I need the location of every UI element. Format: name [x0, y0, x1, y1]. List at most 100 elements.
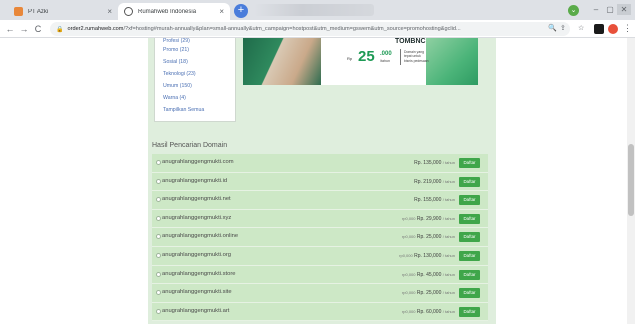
register-button[interactable]: Daftar [459, 158, 480, 168]
domain-result-row[interactable]: anugrahlanggengmukti.id Rp. 219,000 / ta… [152, 172, 488, 192]
price-unit: / tahun [442, 197, 455, 203]
select-radio[interactable] [156, 290, 161, 296]
promo-banner[interactable]: TOMBNC Rp 25 .000 /tahun Domain yang tep… [243, 38, 478, 85]
banner-price-thousands: .000 [380, 51, 392, 57]
domain-price: rp0,000 Rp. 45,000 / tahun [402, 272, 455, 278]
domain-price: rp0,000 Rp. 130,000 / tahun [399, 253, 455, 259]
domain-name: anugrahlanggengmukti.com [162, 159, 234, 165]
old-price: rp0,000 [401, 215, 416, 221]
register-button[interactable]: Daftar [459, 250, 480, 261]
new-tab-button[interactable]: + [234, 4, 248, 18]
page-viewport: Profesi (29) Promo (21) Sosial (18) Tekn… [0, 38, 635, 324]
old-price: rp0,000 [401, 290, 416, 296]
close-tab-icon[interactable]: × [107, 7, 112, 16]
current-price: Rp. 45,000 [416, 271, 442, 278]
minimize-button[interactable]: – [589, 4, 603, 15]
domain-name: anugrahlanggengmukti.online [162, 233, 239, 240]
domain-name: anugrahlanggengmukti.site [162, 289, 232, 296]
register-button[interactable]: Daftar [459, 306, 480, 317]
domain-name: anugrahlanggengmukti.org [162, 251, 231, 258]
show-all-link[interactable]: Tampilkan Semua [155, 104, 235, 116]
domain-result-row[interactable]: anugrahlanggengmukti.online rp0,000 Rp. 2… [152, 228, 488, 247]
tab-rumahweb[interactable]: Rumahweb Indonesia × [118, 3, 230, 20]
banner-price: 25 [358, 48, 375, 65]
current-price: Rp. 25,000 [416, 290, 442, 297]
price-unit: / tahun [442, 215, 455, 221]
close-window-button[interactable]: ✕ [617, 4, 631, 15]
domain-result-row[interactable]: anugrahlanggengmukti.org rp0,000 Rp. 130,… [152, 246, 488, 266]
old-price: rp0,000 [401, 308, 416, 314]
forward-button[interactable]: → [18, 23, 30, 35]
select-radio[interactable] [156, 160, 161, 165]
current-price: Rp. 219,000 [414, 178, 442, 185]
domain-name: anugrahlanggengmukti.store [162, 270, 236, 277]
category-item[interactable]: Warna (4) [155, 92, 235, 104]
select-radio[interactable] [156, 308, 161, 314]
extension-icon[interactable] [608, 24, 618, 34]
maximize-button[interactable]: ▢ [603, 4, 617, 15]
price-unit: / tahun [442, 160, 455, 165]
old-price: rp0,000 [399, 252, 413, 258]
old-price: rp0,000 [401, 271, 416, 277]
current-price: Rp. 60,000 [416, 308, 442, 315]
current-price: Rp. 130,000 [414, 252, 442, 259]
category-item[interactable]: Promo (21) [155, 44, 235, 56]
select-radio[interactable] [156, 197, 161, 203]
domain-result-row[interactable]: anugrahlanggengmukti.site rp0,000 Rp. 25,… [152, 284, 488, 303]
star-icon[interactable]: ☆ [578, 24, 584, 32]
chevron-down-icon[interactable]: ⌄ [568, 5, 579, 16]
results-heading: Hasil Pencarian Domain [152, 142, 228, 149]
domain-results-list: anugrahlanggengmukti.com Rp. 135,000 / t… [152, 154, 488, 322]
zoom-icon[interactable]: 🔍 [548, 24, 557, 32]
banner-headline: TOMBNC [395, 38, 426, 45]
register-button[interactable]: Daftar [459, 232, 480, 243]
tab-pt-azki[interactable]: PT Azki × [8, 3, 118, 20]
register-button[interactable]: Daftar [459, 195, 480, 206]
extension-icon[interactable] [594, 24, 604, 34]
close-tab-icon[interactable]: × [219, 7, 224, 16]
tab-title: Rumahweb Indonesia [138, 8, 197, 15]
menu-icon[interactable]: ⋮ [623, 23, 632, 34]
banner-photo [243, 38, 321, 85]
price-unit: / tahun [442, 308, 455, 314]
reload-button[interactable]: C [32, 23, 44, 35]
price-unit: / tahun [442, 271, 455, 277]
page-scrollbar[interactable] [627, 38, 635, 324]
register-button[interactable]: Daftar [459, 288, 480, 299]
current-price: Rp. 29,900 [416, 215, 442, 222]
browser-tab-bar: PT Azki × Rumahweb Indonesia × + ⌄ – ▢ ✕ [0, 0, 635, 20]
domain-name: anugrahlanggengmukti.art [162, 307, 230, 314]
domain-result-row[interactable]: anugrahlanggengmukti.xyz rp0,000 Rp. 29,9… [152, 209, 488, 229]
select-radio[interactable] [156, 234, 161, 240]
banner-note: Domain yang tepat untuk bisnis pedesaan [404, 50, 429, 63]
domain-price: Rp. 219,000 / tahun [414, 179, 455, 185]
domain-name: anugrahlanggengmukti.id [162, 177, 228, 184]
category-item[interactable]: Umum (150) [155, 80, 235, 92]
domain-result-row[interactable]: anugrahlanggengmukti.art rp0,000 Rp. 60,0… [152, 302, 488, 322]
old-price: rp0,000 [401, 234, 416, 240]
register-button[interactable]: Daftar [459, 269, 480, 280]
url-text: order2.rumahweb.com/?xf=hosting#murah-an… [67, 26, 461, 32]
domain-name: anugrahlanggengmukti.xyz [162, 214, 232, 221]
domain-result-row[interactable]: anugrahlanggengmukti.store rp0,000 Rp. 45… [152, 265, 488, 285]
category-item[interactable]: Teknologi (23) [155, 68, 235, 80]
register-button[interactable]: Daftar [459, 213, 480, 224]
lock-icon: 🔒 [56, 26, 64, 33]
domain-price: Rp. 155,000 / tahun [414, 197, 455, 203]
select-radio[interactable] [156, 178, 161, 184]
browser-toolbar: ← → C 🔒 order2.rumahweb.com/?xf=hosting#… [0, 20, 635, 38]
register-button[interactable]: Daftar [459, 176, 480, 187]
scrollbar-thumb[interactable] [628, 144, 634, 216]
select-radio[interactable] [156, 215, 161, 221]
domain-result-row[interactable]: anugrahlanggengmukti.com Rp. 135,000 / t… [152, 154, 488, 173]
globe-icon [124, 7, 133, 16]
select-radio[interactable] [156, 271, 161, 277]
current-price: Rp. 25,000 [416, 234, 442, 241]
address-bar[interactable]: 🔒 order2.rumahweb.com/?xf=hosting#murah-… [50, 22, 570, 36]
domain-result-row[interactable]: anugrahlanggengmukti.net Rp. 155,000 / t… [152, 191, 488, 210]
select-radio[interactable] [156, 252, 161, 258]
category-item[interactable]: Sosial (18) [155, 56, 235, 68]
back-button[interactable]: ← [4, 23, 16, 35]
share-icon[interactable]: ⇪ [560, 24, 566, 32]
banner-divider [400, 49, 401, 65]
